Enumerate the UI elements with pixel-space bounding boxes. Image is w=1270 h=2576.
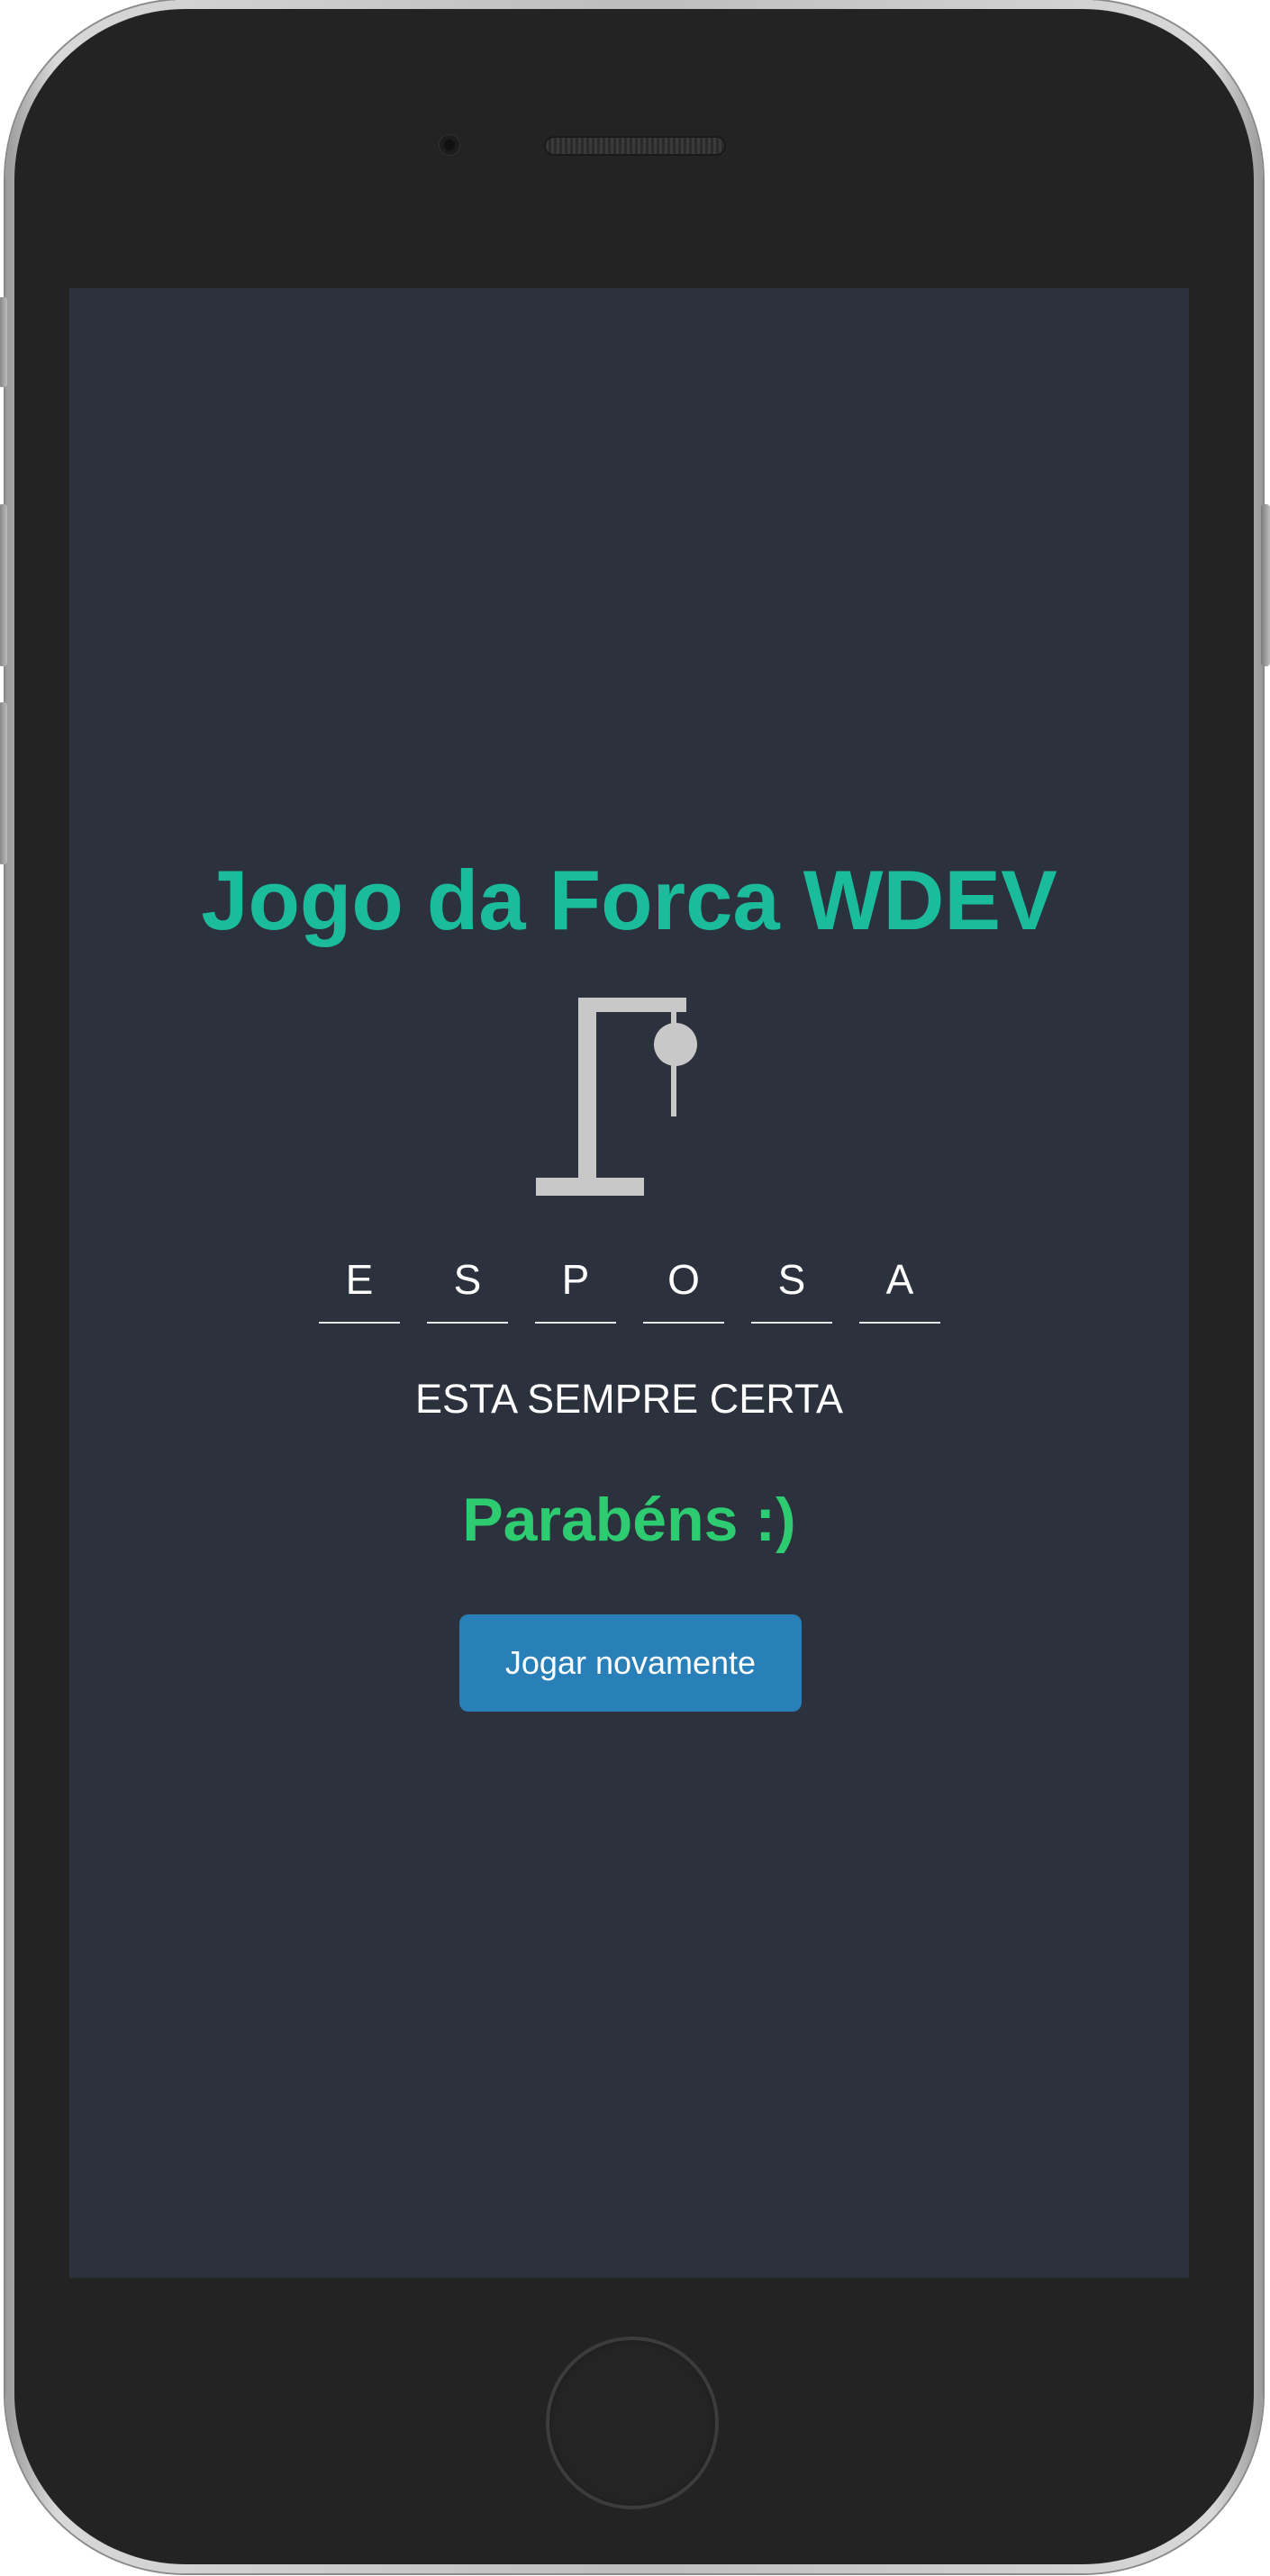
word-hint: ESTA SEMPRE CERTA — [414, 1376, 844, 1422]
hangman-head — [654, 1023, 697, 1066]
volume-down-button — [0, 702, 7, 864]
letter-slot: P — [535, 1248, 616, 1324]
letter-slot: E — [319, 1248, 400, 1324]
home-button — [546, 2336, 719, 2509]
result-message: Parabéns :) — [462, 1486, 796, 1554]
mute-switch — [0, 297, 7, 387]
word-display: E S P O S A — [319, 1248, 940, 1329]
letter-slot: A — [859, 1248, 940, 1324]
volume-up-button — [0, 504, 7, 666]
game-title: Jogo da Forca WDEV — [201, 853, 1057, 947]
play-again-button[interactable]: Jogar novamente — [459, 1614, 802, 1712]
app-screen: Jogo da Forca WDEV E S P O S A ESTA SEMP… — [69, 288, 1189, 2278]
letter-slot: S — [427, 1248, 508, 1324]
letter-slot: S — [751, 1248, 832, 1324]
gallows-beam — [578, 998, 686, 1012]
front-camera — [440, 135, 459, 155]
letter-slot: O — [643, 1248, 724, 1324]
power-button — [1261, 504, 1270, 666]
earpiece-speaker — [546, 138, 724, 154]
gallows-pole — [578, 998, 596, 1187]
gallows-drawing — [536, 998, 697, 1196]
